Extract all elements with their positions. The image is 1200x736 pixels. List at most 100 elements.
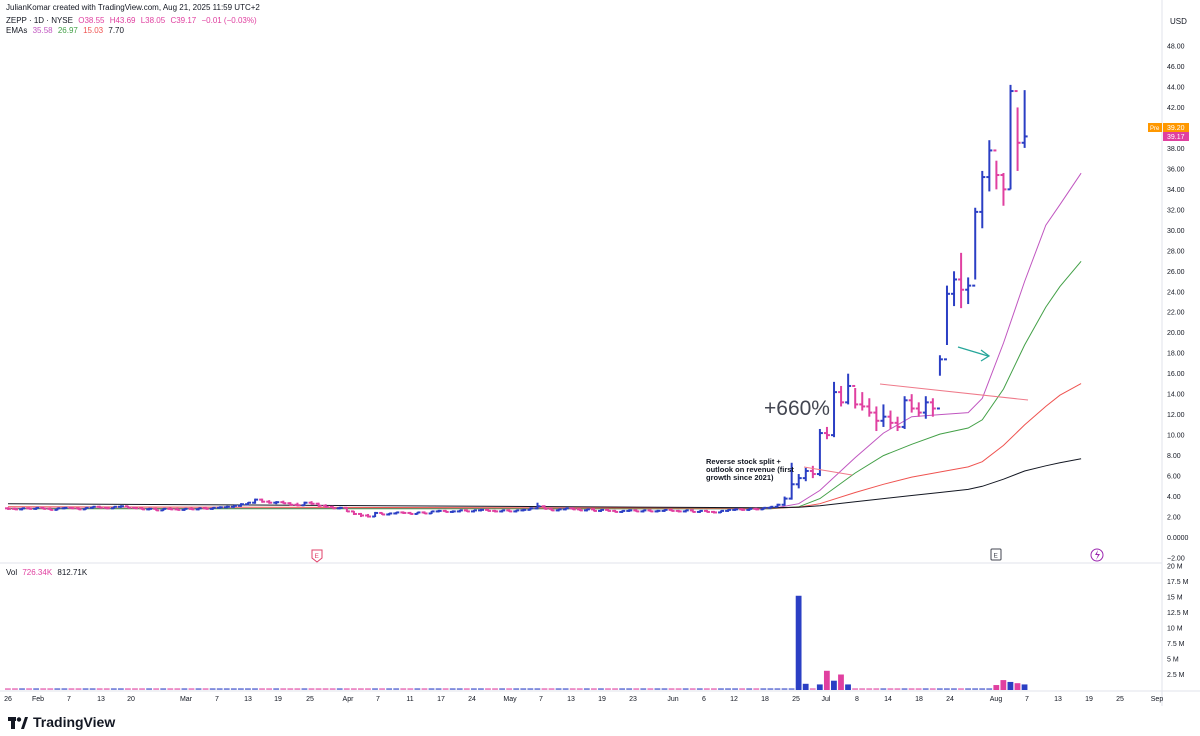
volume-tick-label: 12.5 M bbox=[1167, 610, 1189, 617]
ohlc-bar bbox=[718, 509, 725, 514]
volume-bar bbox=[110, 688, 117, 690]
ohlc-bar bbox=[421, 511, 428, 515]
price-tick-label: 18.00 bbox=[1167, 351, 1185, 358]
svg-text:E: E bbox=[315, 553, 320, 560]
time-tick-label: 8 bbox=[855, 696, 859, 703]
ohlc-bar bbox=[958, 252, 965, 309]
ohlc-bar bbox=[350, 510, 357, 515]
price-chart[interactable]: USD 48.0046.0044.0042.0040.0038.0036.003… bbox=[0, 0, 1200, 736]
volume-bar bbox=[82, 688, 89, 690]
note-line-3[interactable]: growth since 2021) bbox=[706, 473, 774, 482]
volume-bar bbox=[216, 688, 223, 690]
volume-bar bbox=[414, 688, 421, 690]
volume-bar bbox=[788, 688, 795, 690]
volume-bar bbox=[520, 688, 527, 690]
volume-bar bbox=[315, 688, 322, 690]
price-tick-label: 38.00 bbox=[1167, 146, 1185, 153]
time-tick-label: Mar bbox=[180, 696, 193, 703]
price-tick-label: 0.0000 bbox=[1167, 535, 1189, 542]
volume-bar bbox=[1000, 680, 1007, 690]
time-axis[interactable]: 26 Feb 7 13 20 Mar 7 13 19 25 Apr 7 11 17 24 May 7 13 19 23… bbox=[4, 696, 1163, 703]
ohlc-bar bbox=[781, 496, 788, 506]
earnings-marker-aug[interactable]: E bbox=[990, 548, 1002, 561]
volume-bar bbox=[386, 688, 393, 690]
tradingview-logo[interactable]: TradingView bbox=[8, 714, 115, 730]
volume-bar bbox=[654, 688, 661, 690]
volume-bar bbox=[181, 688, 188, 690]
ohlc-bar bbox=[379, 511, 386, 516]
ema-lines bbox=[7, 172, 1082, 510]
dividend-lightning-icon[interactable] bbox=[1090, 548, 1104, 562]
price-tick-label: 32.00 bbox=[1167, 207, 1185, 214]
time-tick-label: 18 bbox=[761, 696, 769, 703]
volume-bar bbox=[838, 674, 844, 690]
ohlc-bar bbox=[696, 509, 703, 513]
time-tick-label: Feb bbox=[32, 696, 44, 703]
trendline[interactable] bbox=[879, 383, 1029, 401]
volume-bar bbox=[626, 688, 633, 690]
volume-axis[interactable]: 20 M 17.5 M 15 M 12.5 M 10 M 7.5 M 5 M 2.5 M bbox=[1167, 564, 1189, 680]
volume-bar bbox=[449, 688, 456, 690]
volume-bar bbox=[979, 688, 986, 690]
ohlc-bar bbox=[259, 498, 266, 503]
ohlc-bar bbox=[725, 508, 732, 512]
volume-bar bbox=[598, 688, 604, 690]
volume-bar bbox=[146, 688, 152, 690]
time-tick-label: 13 bbox=[244, 696, 252, 703]
ohlc-bar bbox=[280, 500, 287, 505]
price-tick-label: 2.00 bbox=[1167, 515, 1181, 522]
volume-bar bbox=[972, 688, 979, 690]
ohlc-bar bbox=[972, 207, 979, 287]
volume-bar bbox=[718, 688, 724, 690]
ohlc-bar bbox=[965, 277, 972, 305]
last-price-tag: 39.17 bbox=[1163, 132, 1189, 141]
volume-bar bbox=[308, 688, 315, 690]
ohlc-bar bbox=[929, 398, 936, 417]
volume-bar bbox=[619, 688, 626, 690]
time-tick-label: Jul bbox=[822, 696, 831, 703]
volume-bar bbox=[456, 688, 463, 690]
ohlc-bar bbox=[315, 502, 322, 507]
ohlc-bar bbox=[993, 149, 1000, 190]
ohlc-bar bbox=[428, 510, 435, 515]
volume-bar bbox=[908, 688, 915, 690]
volume-bar bbox=[873, 688, 880, 690]
volume-bar bbox=[19, 688, 25, 690]
ohlc-bar bbox=[640, 509, 647, 513]
ohlc-bar bbox=[33, 506, 40, 510]
time-tick-label: 26 bbox=[4, 696, 12, 703]
ohlc-bar bbox=[598, 508, 605, 512]
time-tick-label: 14 bbox=[884, 696, 892, 703]
ohlc-bar bbox=[1000, 172, 1007, 206]
price-tick-label: 48.00 bbox=[1167, 44, 1185, 51]
volume-bar bbox=[492, 688, 498, 690]
volume-bar bbox=[322, 688, 329, 690]
volume-tick-label: 2.5 M bbox=[1167, 672, 1185, 679]
price-tick-label: 36.00 bbox=[1167, 166, 1185, 173]
ohlc-bar bbox=[859, 392, 866, 411]
ohlc-bar bbox=[358, 512, 364, 518]
volume-bar bbox=[485, 688, 491, 690]
volume-bar bbox=[767, 688, 774, 690]
time-tick-label: May bbox=[503, 696, 517, 703]
volume-bar bbox=[442, 688, 449, 690]
time-tick-label: 11 bbox=[406, 696, 413, 703]
teal-arrow[interactable] bbox=[957, 346, 991, 362]
price-tick-label: 22.00 bbox=[1167, 310, 1185, 317]
time-tick-label: 7 bbox=[215, 696, 219, 703]
earnings-marker-apr[interactable]: E bbox=[311, 549, 323, 563]
volume-bar bbox=[259, 688, 265, 690]
volume-bar bbox=[294, 688, 301, 690]
time-tick-label: 19 bbox=[598, 696, 606, 703]
time-tick-label: Jun bbox=[667, 696, 678, 703]
volume-bar bbox=[725, 688, 731, 690]
volume-bar bbox=[682, 688, 689, 690]
volume-bar bbox=[252, 688, 258, 690]
gain-annotation[interactable]: +660% bbox=[764, 397, 830, 420]
volume-bar bbox=[936, 688, 943, 690]
price-axis[interactable]: 48.0046.0044.0042.0040.0038.0036.0034.00… bbox=[1167, 44, 1189, 563]
volume-bar bbox=[675, 688, 682, 690]
volume-bar bbox=[12, 688, 18, 690]
ohlc-bar bbox=[838, 385, 845, 407]
volume-bar bbox=[753, 688, 760, 690]
